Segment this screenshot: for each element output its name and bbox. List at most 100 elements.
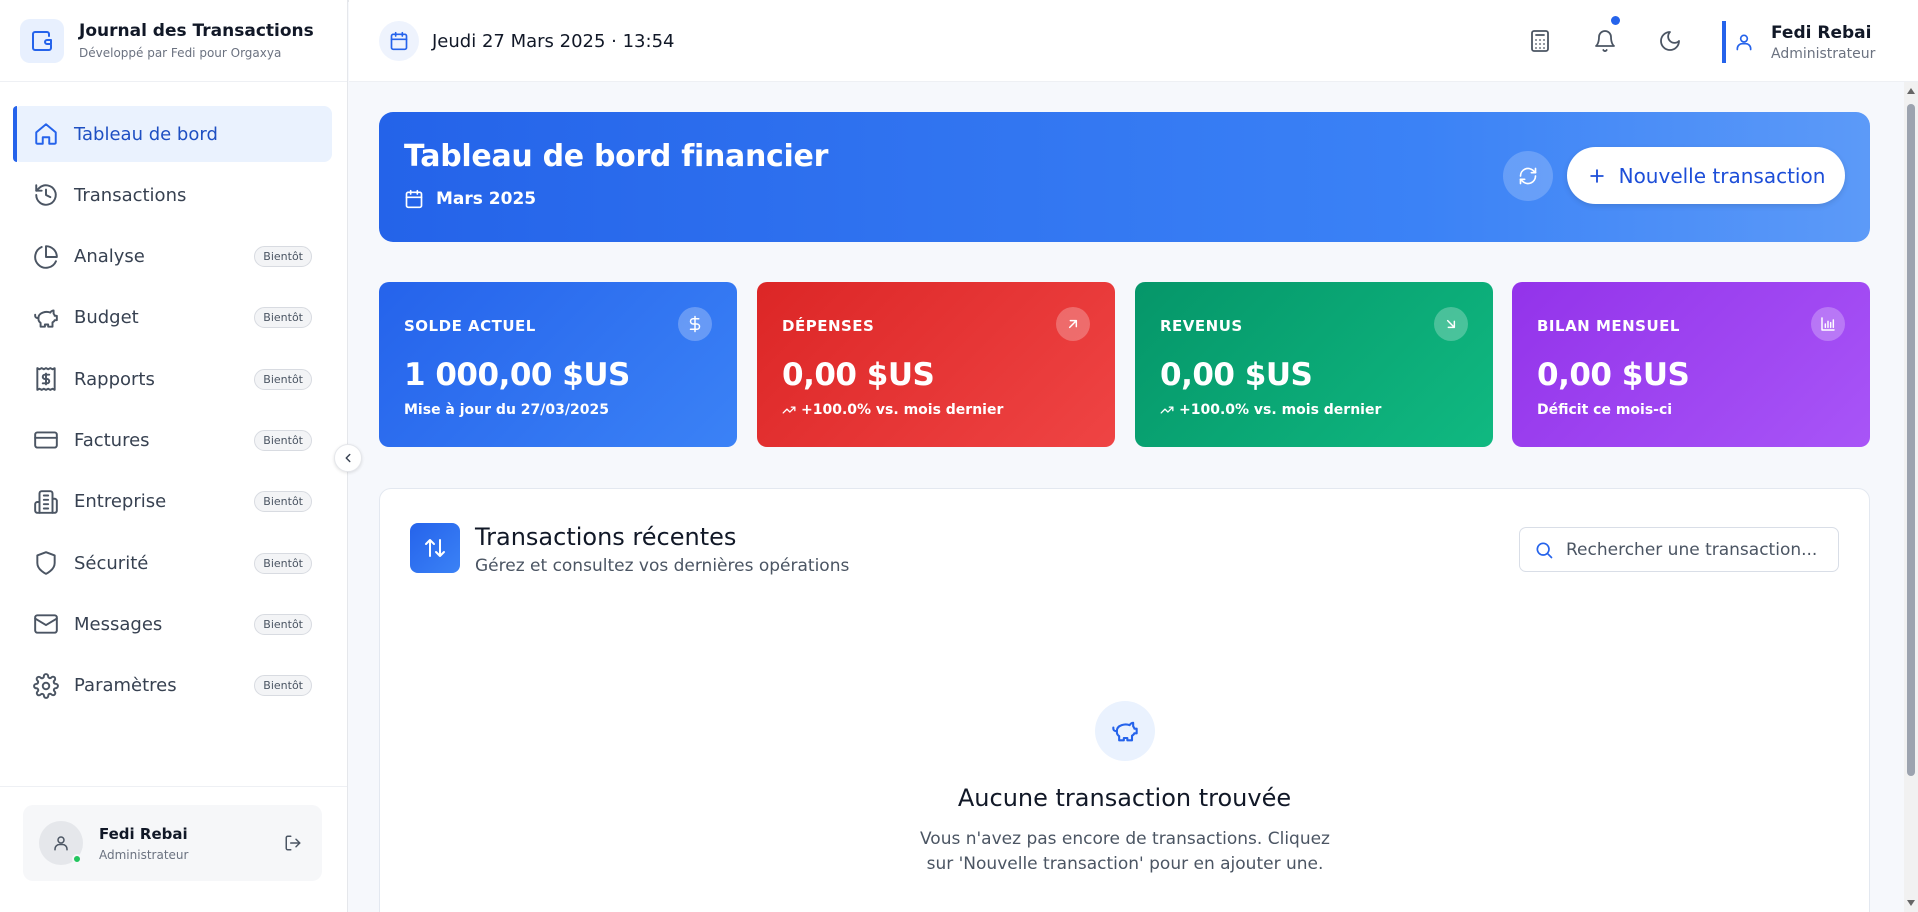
sidebar-item-budget[interactable]: Budget Bientôt <box>13 290 332 346</box>
stat-note-text: Mise à jour du 27/03/2025 <box>404 402 609 418</box>
avatar <box>39 821 83 865</box>
coming-soon-badge: Bientôt <box>254 368 312 390</box>
brand: Journal des Transactions Développé par F… <box>0 0 347 82</box>
coming-soon-badge: Bientôt <box>254 552 312 574</box>
scrollbar-thumb[interactable] <box>1907 104 1915 776</box>
scroll-up-arrow-icon[interactable] <box>1907 88 1915 94</box>
dark-mode-toggle[interactable] <box>1656 27 1684 55</box>
new-transaction-button[interactable]: Nouvelle transaction <box>1567 147 1845 204</box>
new-transaction-label: Nouvelle transaction <box>1618 163 1826 188</box>
arrow-down-right-icon <box>1434 307 1468 341</box>
sidebar-item-messages[interactable]: Messages Bientôt <box>13 596 332 652</box>
scroll-down-arrow-icon[interactable] <box>1907 900 1915 906</box>
sidebar-item-label: Factures <box>74 429 150 451</box>
trending-up-icon <box>782 406 796 414</box>
sidebar-item-label: Analyse <box>74 246 145 268</box>
coming-soon-badge: Bientôt <box>254 429 312 451</box>
coming-soon-badge: Bientôt <box>254 491 312 513</box>
collapse-sidebar-button[interactable] <box>334 444 362 472</box>
logout-icon[interactable] <box>284 834 302 852</box>
stat-value: 0,00 $US <box>1160 357 1313 393</box>
stat-value: 1 000,00 $US <box>404 357 630 393</box>
notification-dot <box>1611 16 1620 25</box>
sidebar-user-role: Administrateur <box>99 847 189 862</box>
stat-card-monthly-balance: BILAN MENSUEL 0,00 $US Déficit ce mois-c… <box>1512 282 1870 447</box>
dollar-icon <box>678 307 712 341</box>
wallet-icon <box>20 18 64 63</box>
coming-soon-badge: Bientôt <box>254 613 312 635</box>
stat-label: BILAN MENSUEL <box>1537 317 1680 335</box>
sidebar-item-label: Messages <box>74 613 163 635</box>
sidebar-nav: Tableau de bord Transactions Analyse Bie… <box>0 82 347 714</box>
calculator-icon <box>1531 30 1549 52</box>
sidebar-item-parametres[interactable]: Paramètres Bientôt <box>13 658 332 714</box>
stat-label: REVENUS <box>1160 317 1243 335</box>
sidebar-footer: Fedi Rebai Administrateur <box>0 786 347 912</box>
period-label: Mars 2025 <box>436 189 537 209</box>
sidebar-item-label: Sécurité <box>74 552 149 574</box>
sidebar-item-transactions[interactable]: Transactions <box>13 167 332 223</box>
stat-note-text: Déficit ce mois-ci <box>1537 402 1673 418</box>
sidebar-item-entreprise[interactable]: Entreprise Bientôt <box>13 474 332 530</box>
calculator-button[interactable] <box>1526 27 1554 55</box>
sidebar-item-securite[interactable]: Sécurité Bientôt <box>13 535 332 591</box>
building-icon <box>34 489 58 514</box>
mail-icon <box>34 614 58 635</box>
empty-state-title: Aucune transaction trouvée <box>957 784 1292 812</box>
sidebar-item-label: Rapports <box>74 368 155 390</box>
history-icon <box>35 184 57 207</box>
online-status-dot <box>72 854 82 864</box>
home-icon <box>35 123 57 145</box>
stat-card-balance: SOLDE ACTUEL 1 000,00 $US Mise à jour du… <box>379 282 737 447</box>
sidebar: Journal des Transactions Développé par F… <box>0 0 348 912</box>
sidebar-item-analyse[interactable]: Analyse Bientôt <box>13 229 332 285</box>
current-datetime: Jeudi 27 Mars 2025 · 13:54 <box>379 21 674 61</box>
datetime-text: Jeudi 27 Mars 2025 · 13:54 <box>432 30 675 52</box>
notifications-button[interactable] <box>1591 16 1620 55</box>
refresh-button[interactable] <box>1503 151 1553 201</box>
credit-card-icon <box>34 431 58 450</box>
user-icon <box>1736 34 1752 51</box>
sidebar-item-rapports[interactable]: Rapports Bientôt <box>13 351 332 407</box>
empty-state-text: Vous n'avez pas encore de transactions. … <box>919 829 1330 874</box>
page-title: Tableau de bord financier <box>404 139 829 174</box>
plus-icon <box>1589 168 1604 183</box>
sidebar-item-label: Tableau de bord <box>74 123 218 145</box>
search-input[interactable] <box>1566 539 1826 560</box>
stat-note: Mise à jour du 27/03/2025 <box>404 402 609 418</box>
gear-icon <box>33 672 59 699</box>
stat-label: SOLDE ACTUEL <box>404 317 536 335</box>
sidebar-item-factures[interactable]: Factures Bientôt <box>13 412 332 468</box>
topbar: Jeudi 27 Mars 2025 · 13:54 Fedi Rebai Ad… <box>349 0 1918 82</box>
stat-label: DÉPENSES <box>782 317 875 335</box>
receipt-dollar-icon <box>36 367 56 391</box>
sidebar-item-label: Entreprise <box>74 491 167 513</box>
arrow-up-right-icon <box>1056 307 1090 341</box>
page-scrollbar[interactable] <box>1904 82 1918 912</box>
topbar-user-menu[interactable]: Fedi Rebai Administrateur <box>1722 21 1875 63</box>
panel-title: Transactions récentes <box>475 523 737 551</box>
sidebar-item-tableau-de-bord[interactable]: Tableau de bord <box>13 106 332 162</box>
stat-note: Déficit ce mois-ci <box>1537 402 1672 418</box>
trending-up-icon <box>1160 406 1174 414</box>
stat-value: 0,00 $US <box>1537 357 1690 393</box>
topbar-user-name: Fedi Rebai <box>1771 22 1872 43</box>
stat-note-text: +100.0% vs. mois dernier <box>801 402 1004 418</box>
recent-transactions-panel: Transactions récentes Gérez et consultez… <box>379 488 1870 912</box>
arrows-up-down-icon <box>410 523 460 573</box>
calendar-icon <box>379 21 419 61</box>
transaction-search <box>1519 527 1839 572</box>
piggy-bank-icon <box>1095 701 1155 761</box>
stat-card-income: REVENUS 0,00 $US +100.0% vs. mois dernie… <box>1135 282 1493 447</box>
sidebar-user-card: Fedi Rebai Administrateur <box>23 805 322 881</box>
refresh-icon <box>1519 167 1537 185</box>
app-title: Journal des Transactions <box>79 21 314 41</box>
piggy-bank-icon <box>34 309 58 328</box>
stat-note-text: +100.0% vs. mois dernier <box>1179 402 1382 418</box>
topbar-user-role: Administrateur <box>1771 45 1876 62</box>
stat-card-expenses: DÉPENSES 0,00 $US +100.0% vs. mois derni… <box>757 282 1115 447</box>
search-icon <box>1536 542 1553 558</box>
dashboard-hero: Tableau de bord financier Mars 2025 Nouv… <box>379 112 1870 242</box>
sidebar-item-label: Budget <box>74 307 139 329</box>
pie-chart-icon <box>34 244 58 269</box>
